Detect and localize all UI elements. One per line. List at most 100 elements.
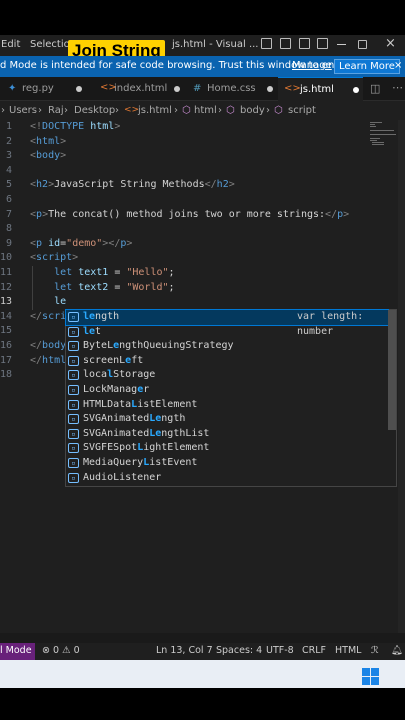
suggestion-item[interactable]: ▫ MediaQueryListEvent <box>66 456 388 471</box>
code-line[interactable]: 3 <body> <box>0 149 400 164</box>
panel-toggle-icon[interactable] <box>299 38 310 49</box>
suggestion-label: AudioListener <box>83 471 162 483</box>
code-text: let text1 = "Hello"; <box>54 267 175 278</box>
tab-home-css[interactable]: # Home.css <box>183 77 276 101</box>
suggestion-item[interactable]: ▫ screenLeft <box>66 354 388 369</box>
more-actions-icon[interactable]: ⋯ <box>392 81 403 94</box>
close-icon[interactable]: × <box>385 36 396 51</box>
unsaved-dot-icon <box>353 87 359 93</box>
breadcrumb-item[interactable]: Users <box>9 105 37 116</box>
line-number: 18 <box>0 369 13 381</box>
suggestion-label: SVGFESpotLightElement <box>83 442 210 454</box>
restricted-mode-banner: d Mode is intended for safe code browsin… <box>0 56 405 77</box>
suggestion-item[interactable]: ▫ SVGFESpotLightElement <box>66 441 388 456</box>
window-title: js.html - Visual ... <box>172 39 259 50</box>
breadcrumb-chevron-icon: › <box>64 105 68 116</box>
line-number: 9 <box>5 237 12 249</box>
code-line[interactable]: 5 <h2>JavaScript String Methods</h2> <box>0 178 400 193</box>
autocomplete-suggestions[interactable]: ▫ length ▫ let ▫ ByteLengthQueuingStrategy ▫ sc… <box>65 309 397 487</box>
line-number: 13 <box>0 296 13 308</box>
breadcrumb-chevron-icon: › <box>115 105 119 116</box>
language-mode[interactable]: HTML <box>335 645 361 656</box>
line-number: 12 <box>0 281 13 293</box>
suggestion-label: screenLeft <box>83 354 144 366</box>
variable-icon: ▫ <box>68 399 79 410</box>
learn-more-button[interactable]: Learn More <box>334 59 400 74</box>
line-number: 1 <box>5 121 12 132</box>
breadcrumb-item[interactable]: Raj <box>48 105 64 116</box>
suggestion-item[interactable]: ▫ HTMLDataListElement <box>66 398 388 413</box>
unsaved-dot-icon <box>174 86 180 92</box>
banner-close-icon[interactable]: × <box>394 60 402 71</box>
code-line[interactable]: 12 let text2 = "World"; <box>0 281 400 296</box>
code-text: <html> <box>30 135 67 147</box>
suggestion-item[interactable]: ▫ SVGAnimatedLengthList <box>66 427 388 442</box>
breadcrumb-item[interactable]: script <box>288 105 316 116</box>
windows-logo-icon[interactable] <box>362 668 380 686</box>
encoding[interactable]: UTF-8 <box>266 645 294 656</box>
variable-icon: ▫ <box>68 443 79 454</box>
suggestion-label: length <box>83 311 120 322</box>
suggestion-label: localStorage <box>83 369 156 381</box>
restricted-mode-indicator[interactable]: l Mode <box>0 643 35 660</box>
code-line[interactable]: 4 <box>0 164 400 179</box>
title-bar: Edit Selection js.html - Visual ... × <box>0 35 405 56</box>
notifications-icon[interactable]: 🔔︎ <box>391 645 403 656</box>
sidebar-toggle-icon[interactable] <box>280 38 291 49</box>
code-line[interactable]: 9 <p id="demo"></p> <box>0 237 400 252</box>
suggestion-item[interactable]: ▫ LockManager <box>66 383 388 398</box>
problems-indicator[interactable]: ⊗ 0 ⚠ 0 <box>42 645 80 656</box>
tab-index-html[interactable]: <> index.html <box>88 77 181 101</box>
code-line[interactable]: 6 <box>0 193 400 208</box>
tab-js-html[interactable]: <> js.html <box>278 77 363 101</box>
code-line[interactable]: 10 <script> <box>0 251 400 266</box>
suggestion-label: MediaQueryListEvent <box>83 457 198 468</box>
code-line[interactable]: 13 le <box>0 295 400 310</box>
minimize-icon[interactable] <box>337 44 346 45</box>
secondary-sidebar-icon[interactable] <box>317 38 328 49</box>
code-line[interactable]: 7 <p>The concat() method joins two or mor… <box>0 208 400 223</box>
vertical-scrollbar[interactable] <box>398 120 405 633</box>
suggestion-label: ByteLengthQueuingStrategy <box>83 340 234 352</box>
code-line[interactable]: 2 <html> <box>0 135 400 150</box>
breadcrumb-item[interactable]: html <box>194 105 217 116</box>
suggestion-item[interactable]: ▫ let <box>66 325 388 340</box>
indentation[interactable]: Spaces: 4 <box>216 645 262 656</box>
horizontal-scrollbar[interactable] <box>0 633 405 643</box>
code-text: <body> <box>30 150 67 162</box>
feedback-icon[interactable]: ℛ <box>371 645 379 656</box>
tab-label: Home.css <box>207 83 256 94</box>
suggestion-item[interactable]: ▫ AudioListener <box>66 471 388 486</box>
css-icon: # <box>193 83 202 94</box>
breadcrumb-chevron-icon: › <box>38 105 42 116</box>
html-icon: <> <box>124 105 140 115</box>
breadcrumb-item[interactable]: body <box>240 105 265 116</box>
tab-reg-py[interactable]: ✦ reg.py <box>0 77 86 101</box>
tab-label: js.html <box>300 84 334 95</box>
cursor-position[interactable]: Ln 13, Col 7 <box>156 645 213 656</box>
variable-icon: ▫ <box>68 385 79 395</box>
code-text: let text2 = "World"; <box>54 281 175 293</box>
code-text: <script> <box>30 252 79 264</box>
suggestion-item[interactable]: ▫ ByteLengthQueuingStrategy <box>66 339 388 354</box>
breadcrumb-chevron-icon: › <box>1 105 5 116</box>
breadcrumb-item[interactable]: Desktop <box>74 105 115 116</box>
manage-link[interactable]: Manage <box>292 60 332 71</box>
line-number: 8 <box>5 223 12 235</box>
suggestion-item[interactable]: ▫ SVGAnimatedLength <box>66 412 388 427</box>
minimap[interactable] <box>365 120 397 150</box>
code-line[interactable]: 11 let text1 = "Hello"; <box>0 266 400 281</box>
code-text: <h2>JavaScript String Methods</h2> <box>30 179 235 191</box>
split-editor-icon[interactable]: ◫ <box>370 82 380 95</box>
suggestion-item[interactable]: ▫ localStorage <box>66 368 388 383</box>
layout-icon[interactable] <box>261 38 272 49</box>
menu-edit[interactable]: Edit <box>1 39 20 50</box>
breadcrumb-item[interactable]: js.html <box>138 105 172 116</box>
code-line[interactable]: 1 <!DOCTYPE html> <box>0 120 400 135</box>
maximize-icon[interactable] <box>358 40 367 49</box>
line-ending[interactable]: CRLF <box>302 645 326 656</box>
suggestion-scrollbar[interactable] <box>388 310 396 430</box>
code-text: <p>The concat() method joins two or more… <box>30 208 350 220</box>
code-line[interactable]: 8 <box>0 222 400 237</box>
variable-icon: ▫ <box>68 326 79 337</box>
